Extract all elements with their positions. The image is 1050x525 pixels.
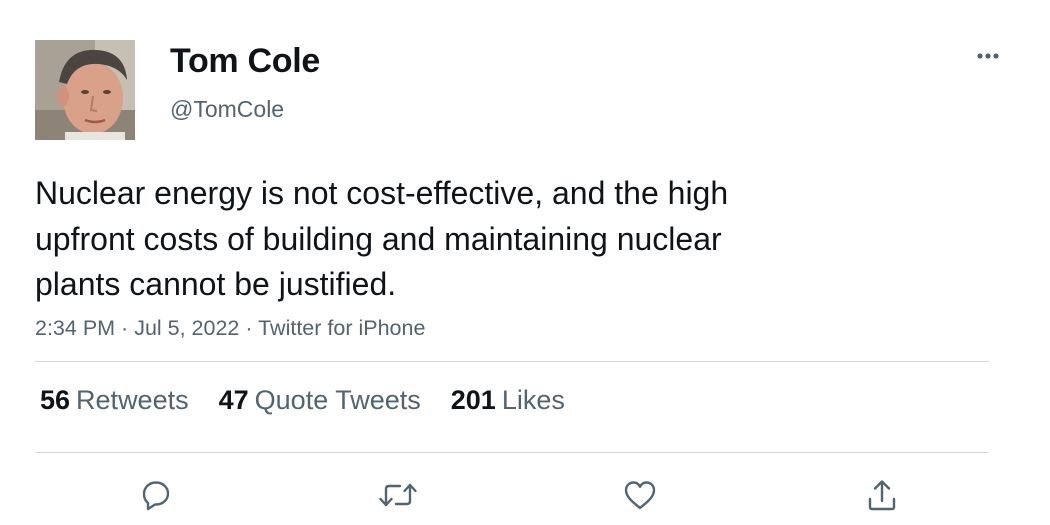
tweet-text-line: plants cannot be justified. — [35, 266, 397, 302]
tweet-source[interactable]: Twitter for iPhone — [258, 316, 425, 340]
tweet-actions — [0, 474, 1050, 516]
avatar[interactable] — [35, 40, 135, 140]
meta-separator: · — [239, 316, 259, 340]
tweet-stats: 56 Retweets 47 Quote Tweets 201 Likes — [40, 385, 565, 416]
tweet-card: Tom Cole @TomCole Nuclear energy is not … — [0, 0, 1050, 525]
quote-tweets-stat[interactable]: 47 Quote Tweets — [219, 385, 421, 416]
likes-count: 201 — [450, 385, 496, 415]
divider — [35, 452, 989, 453]
likes-stat[interactable]: 201 Likes — [451, 385, 565, 416]
tweet-text: Nuclear energy is not cost-effective, an… — [35, 171, 835, 308]
user-handle[interactable]: @TomCole — [170, 96, 284, 123]
more-horizontal-icon — [977, 53, 999, 59]
quote-tweets-count: 47 — [218, 385, 249, 415]
likes-label: Likes — [501, 385, 565, 415]
reply-button[interactable] — [134, 474, 178, 516]
tweet-text-line: Nuclear energy is not cost-effective, an… — [35, 175, 729, 211]
retweet-button[interactable] — [376, 474, 420, 516]
heart-icon — [624, 481, 656, 510]
share-icon — [868, 480, 896, 511]
retweets-count: 56 — [40, 385, 71, 415]
quote-tweets-label: Quote Tweets — [254, 385, 421, 415]
share-button[interactable] — [860, 474, 904, 516]
tweet-metadata: 2:34 PM · Jul 5, 2022 · Twitter for iPho… — [35, 316, 425, 341]
retweets-label: Retweets — [76, 385, 189, 415]
like-button[interactable] — [618, 474, 662, 516]
tweet-text-line: upfront costs of building and maintainin… — [35, 220, 722, 257]
tweet-time[interactable]: 2:34 PM — [35, 316, 115, 340]
display-name[interactable]: Tom Cole — [170, 42, 320, 81]
tweet-date[interactable]: Jul 5, 2022 — [134, 316, 239, 340]
divider — [35, 361, 989, 362]
avatar-photo — [35, 40, 135, 140]
retweet-icon — [379, 483, 417, 507]
retweets-stat[interactable]: 56 Retweets — [40, 385, 189, 416]
reply-icon — [142, 481, 170, 511]
meta-separator: · — [115, 316, 135, 340]
more-options-button[interactable] — [966, 38, 1010, 74]
